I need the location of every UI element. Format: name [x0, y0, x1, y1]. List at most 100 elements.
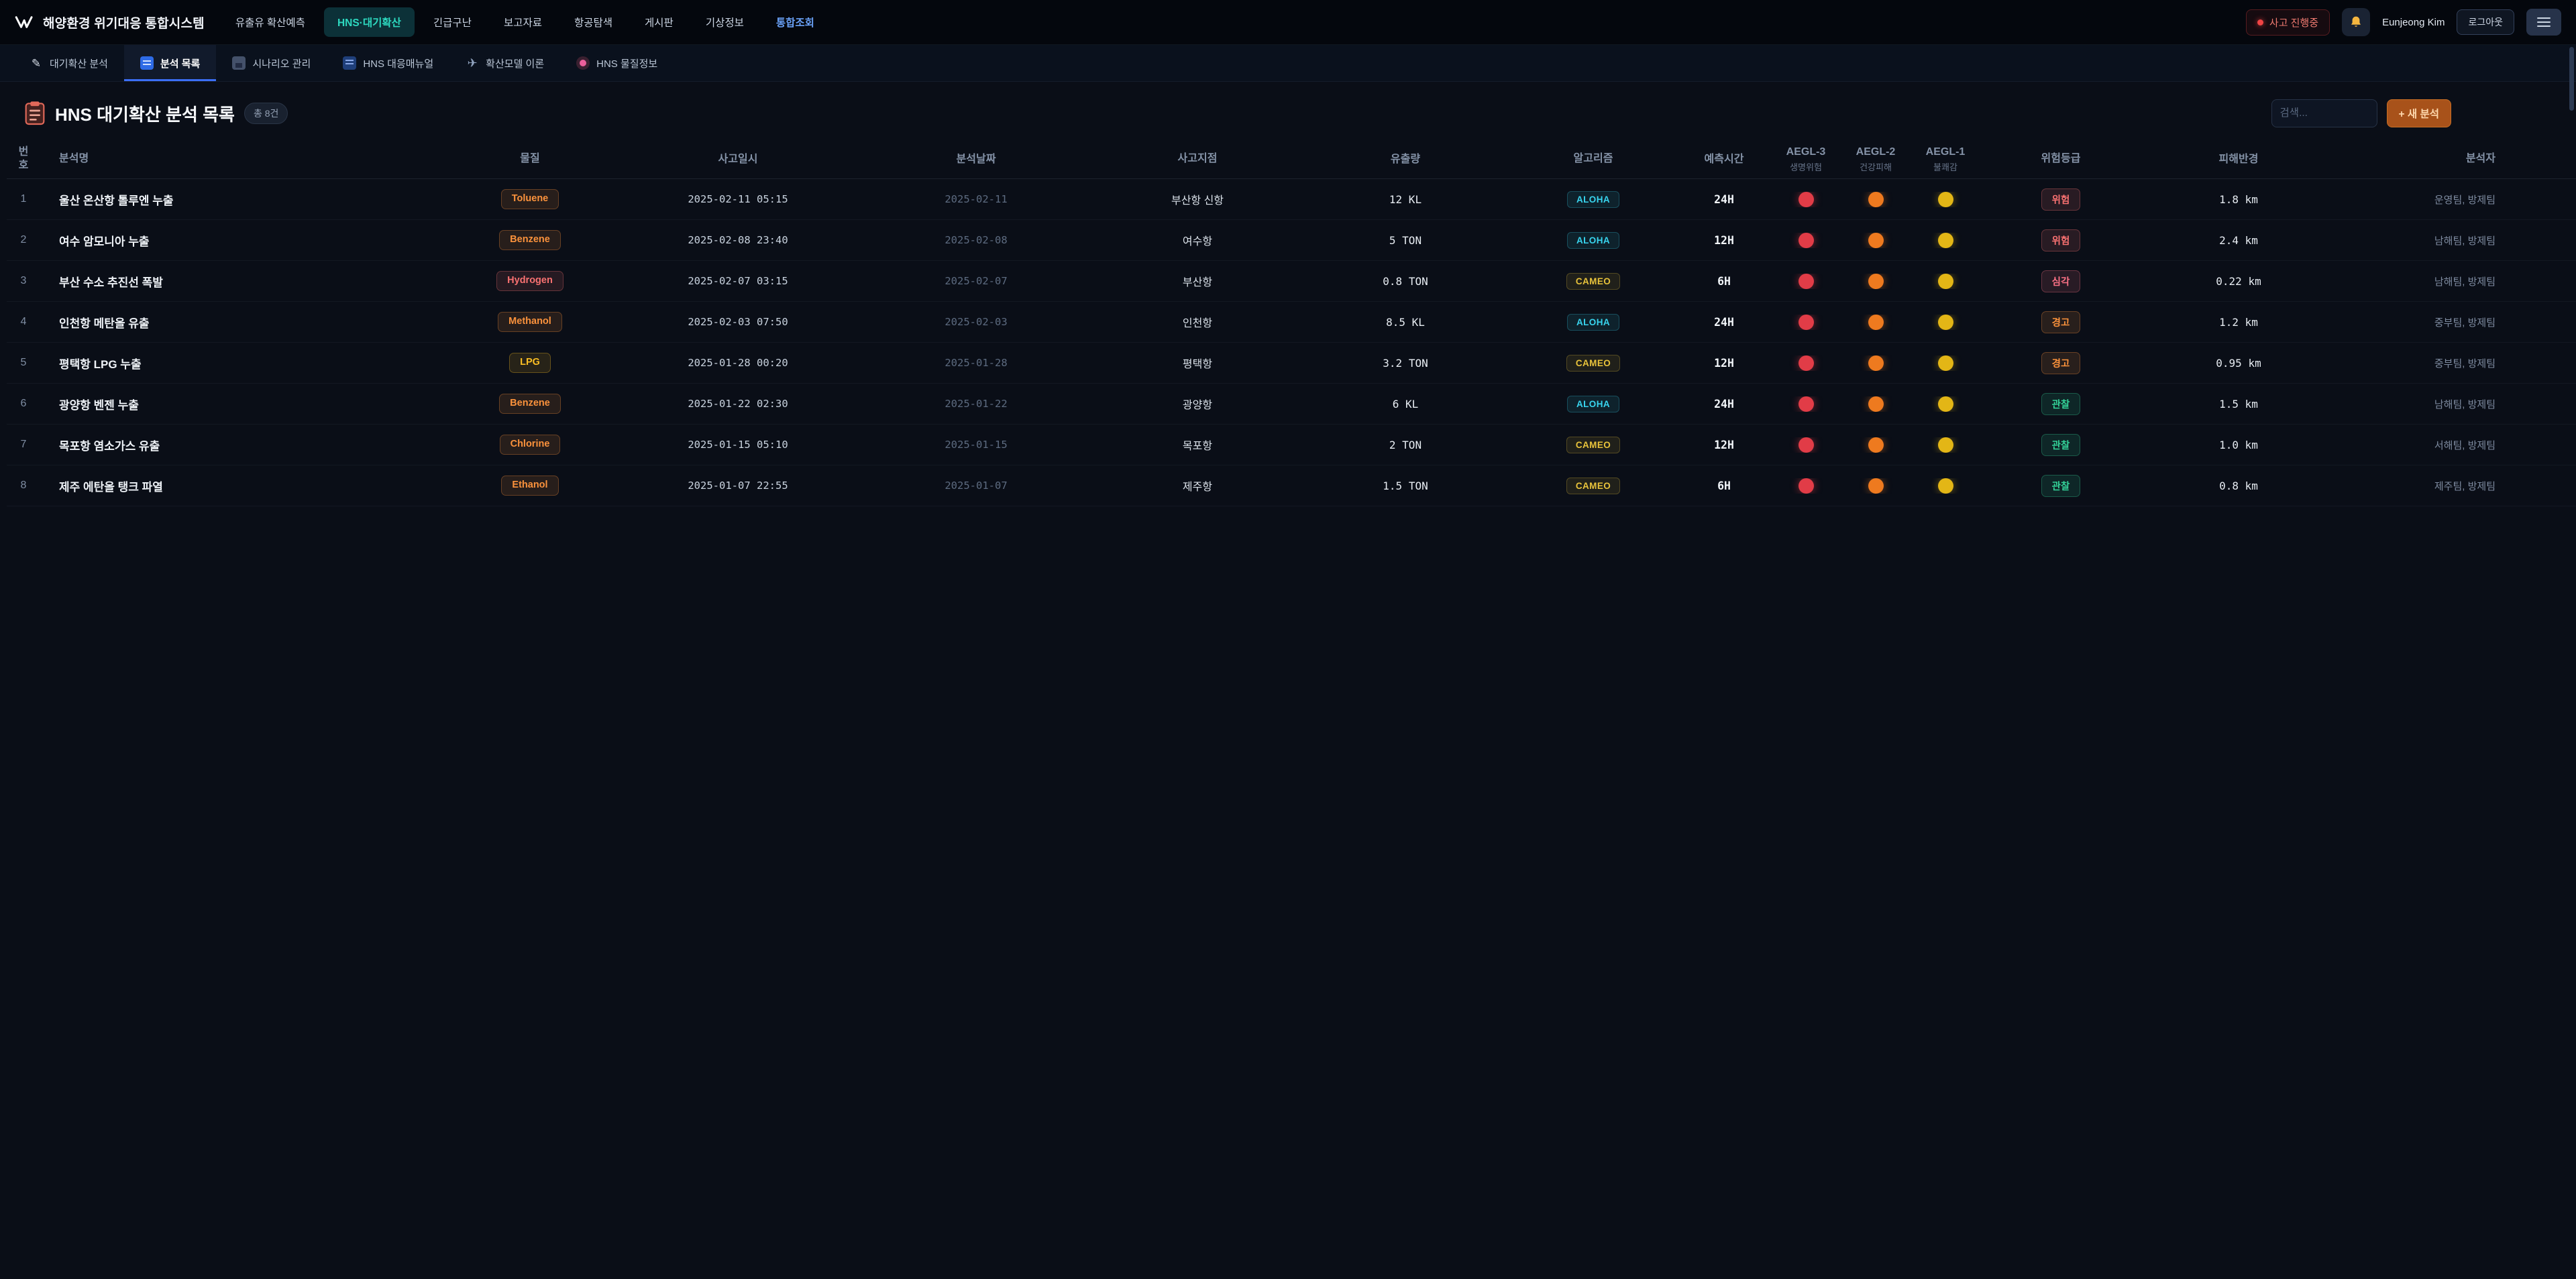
cell-amount: 12 KL	[1301, 193, 1509, 206]
risk-badge: 경고	[2041, 311, 2081, 333]
top-navigation: 해양환경 위기대응 통합시스템 유출유 확산예측HNS·대기확산긴급구난보고자료…	[0, 0, 2576, 45]
cell-amount: 8.5 KL	[1301, 316, 1509, 329]
scrollbar[interactable]	[2569, 47, 2574, 111]
cell-aegl1	[1911, 437, 1980, 453]
plane-icon	[466, 56, 479, 70]
search-input[interactable]	[2271, 99, 2377, 127]
cell-substance: LPG	[443, 353, 617, 372]
substance-badge: LPG	[509, 353, 551, 372]
table-row[interactable]: 5평택항 LPG 누출LPG2025-01-28 00:202025-01-28…	[7, 343, 2576, 384]
aegl1-indicator	[1938, 315, 1953, 330]
aegl2-indicator	[1868, 437, 1884, 453]
column-header-risk: 위험등급	[1980, 152, 2141, 166]
cell-substance: Ethanol	[443, 476, 617, 495]
cell-name: 제주 에탄올 탱크 파열	[40, 478, 443, 494]
cell-name: 목포항 염소가스 유출	[40, 437, 443, 453]
algorithm-badge: CAMEO	[1566, 478, 1620, 494]
hamburger-icon	[2537, 17, 2551, 19]
cell-aegl1	[1911, 396, 1980, 412]
risk-badge: 관찰	[2041, 434, 2081, 456]
table-row[interactable]: 7목포항 염소가스 유출Chlorine2025-01-15 05:102025…	[7, 425, 2576, 465]
tab-analysis-list[interactable]: 분석 목록	[124, 45, 216, 81]
nav-item-integrated-search[interactable]: 통합조회	[763, 7, 828, 37]
cell-datetime: 2025-01-22 02:30	[617, 398, 859, 410]
cell-duration: 24H	[1677, 398, 1771, 410]
table-row[interactable]: 3부산 수소 추진선 폭발Hydrogen2025-02-07 03:15202…	[7, 261, 2576, 302]
cell-radius: 1.5 km	[2141, 398, 2336, 410]
tab-hns-substance-info[interactable]: HNS 물질정보	[560, 45, 674, 81]
risk-badge: 관찰	[2041, 475, 2081, 497]
algorithm-badge: ALOHA	[1567, 191, 1619, 208]
cell-date: 2025-01-22	[859, 398, 1093, 410]
cell-duration: 12H	[1677, 357, 1771, 370]
page-title: HNS 대기확산 분석 목록	[55, 101, 235, 126]
aegl1-indicator	[1938, 437, 1953, 453]
logout-button[interactable]: 로그아웃	[2457, 9, 2514, 35]
table-row[interactable]: 2여수 암모니아 누출Benzene2025-02-08 23:402025-0…	[7, 220, 2576, 261]
wing-logo-icon	[15, 15, 35, 30]
column-header-substance: 물질	[443, 152, 617, 166]
column-header-amount: 유출량	[1301, 152, 1509, 166]
table-row[interactable]: 1울산 온산항 톨루엔 누출Toluene2025-02-11 05:15202…	[7, 179, 2576, 220]
page-header-actions: + 새 분석	[2271, 99, 2451, 127]
document-icon	[140, 56, 154, 70]
nav-item-emergency-rescue[interactable]: 긴급구난	[420, 7, 485, 37]
table-row[interactable]: 4인천항 메탄올 유출Methanol2025-02-03 07:502025-…	[7, 302, 2576, 343]
tab-air-diffusion-analysis[interactable]: 대기확산 분석	[13, 45, 124, 81]
nav-item-oil-spill-forecast[interactable]: 유출유 확산예측	[222, 7, 319, 37]
cell-radius: 1.2 km	[2141, 316, 2336, 329]
cell-risk: 경고	[1980, 352, 2141, 374]
cell-analyst: 남해팀, 방제팀	[2336, 274, 2576, 288]
nav-item-hns-air-diffusion[interactable]: HNS·대기확산	[324, 7, 415, 37]
cell-location: 인천항	[1093, 314, 1301, 330]
column-header-datetime: 사고일시	[617, 152, 859, 166]
cell-radius: 0.8 km	[2141, 480, 2336, 492]
cell-name: 부산 수소 추진선 폭발	[40, 273, 443, 290]
cell-no: 1	[7, 193, 40, 205]
aegl1-indicator	[1938, 355, 1953, 371]
aegl2-indicator	[1868, 355, 1884, 371]
cell-analyst: 남해팀, 방제팀	[2336, 397, 2576, 411]
algorithm-badge: CAMEO	[1566, 273, 1620, 290]
cell-radius: 0.95 km	[2141, 357, 2336, 370]
cell-analyst: 제주팀, 방제팀	[2336, 479, 2576, 493]
aegl2-indicator	[1868, 315, 1884, 330]
cell-datetime: 2025-01-07 22:55	[617, 480, 859, 492]
tab-diffusion-model-theory[interactable]: 확산모델 이론	[449, 45, 560, 81]
new-analysis-button[interactable]: + 새 분석	[2387, 99, 2451, 127]
nav-item-air-search[interactable]: 항공탐색	[561, 7, 626, 37]
cell-no: 7	[7, 439, 40, 451]
hamburger-menu-button[interactable]	[2526, 9, 2561, 36]
tab-label: 확산모델 이론	[486, 56, 544, 70]
aegl3-indicator	[1799, 233, 1814, 248]
cell-date: 2025-02-08	[859, 234, 1093, 246]
nav-item-weather-info[interactable]: 기상정보	[692, 7, 757, 37]
risk-badge: 위험	[2041, 188, 2081, 211]
algorithm-badge: CAMEO	[1566, 355, 1620, 372]
table-row[interactable]: 8제주 에탄올 탱크 파열Ethanol2025-01-07 22:552025…	[7, 465, 2576, 506]
notifications-button[interactable]	[2342, 8, 2370, 36]
cell-algorithm: CAMEO	[1509, 355, 1677, 372]
user-name: Eunjeong Kim	[2382, 17, 2445, 28]
aegl3-indicator	[1799, 192, 1814, 207]
substance-badge: Hydrogen	[496, 271, 564, 290]
cell-date: 2025-02-07	[859, 275, 1093, 287]
cell-date: 2025-01-07	[859, 480, 1093, 492]
table-row[interactable]: 6광양항 벤젠 누출Benzene2025-01-22 02:302025-01…	[7, 384, 2576, 425]
tab-scenario-management[interactable]: 시나리오 관리	[216, 45, 327, 81]
cell-no: 5	[7, 357, 40, 369]
nav-item-report-materials[interactable]: 보고자료	[490, 7, 555, 37]
cell-aegl2	[1841, 274, 1911, 289]
aegl1-indicator	[1938, 396, 1953, 412]
tab-label: HNS 물질정보	[596, 56, 657, 70]
brand[interactable]: 해양환경 위기대응 통합시스템	[15, 13, 205, 32]
cell-algorithm: ALOHA	[1509, 396, 1677, 412]
nav-item-board[interactable]: 게시판	[631, 7, 687, 37]
incident-status-badge[interactable]: 사고 진행중	[2246, 9, 2330, 36]
cell-aegl1	[1911, 274, 1980, 289]
tab-hns-response-manual[interactable]: HNS 대응매뉴얼	[327, 45, 449, 81]
cell-amount: 3.2 TON	[1301, 357, 1509, 370]
cell-aegl3	[1771, 315, 1841, 330]
column-header-algorithm: 알고리즘	[1509, 152, 1677, 166]
cell-risk: 위험	[1980, 188, 2141, 211]
